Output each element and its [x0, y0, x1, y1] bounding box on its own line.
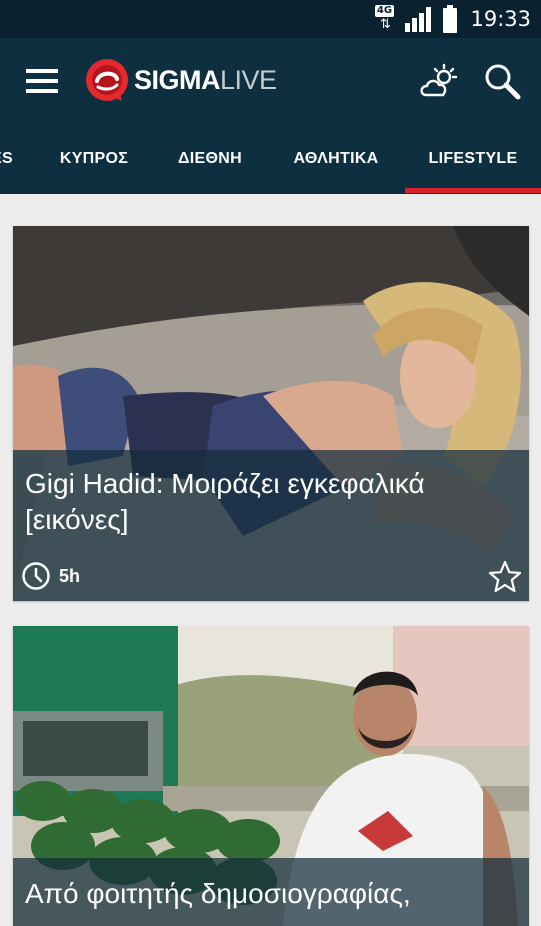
- category-tabs: ES ΚΥΠΡΟΣ ΔΙΕΘΝΗ ΑΘΛΗΤΙΚΑ LIFESTYLE: [0, 124, 541, 194]
- article-card[interactable]: Από φοιτητής δημοσιογραφίας,: [13, 626, 529, 926]
- weather-icon: [420, 63, 458, 97]
- network-indicator: 4G ⇅: [372, 5, 396, 33]
- tab-lifestyle[interactable]: LIFESTYLE: [412, 124, 534, 194]
- signal-icon: [405, 7, 432, 32]
- favorite-button[interactable]: [487, 559, 523, 595]
- search-button[interactable]: [482, 62, 524, 102]
- tab-partial[interactable]: ES: [0, 124, 18, 194]
- active-tab-indicator: [405, 188, 541, 193]
- status-icons: 4G ⇅ 19:33: [372, 4, 531, 34]
- clock: 19:33: [470, 7, 531, 31]
- logo-text-live: LIVE: [220, 64, 277, 95]
- article-card[interactable]: Gigi Hadid: Μοιράζει εγκεφαλικά [εικόνες…: [13, 226, 529, 601]
- star-icon: [488, 560, 522, 593]
- search-icon: [485, 64, 521, 100]
- tab-diethni[interactable]: ΔΙΕΘΝΗ: [162, 124, 258, 194]
- clock-icon: [22, 562, 50, 590]
- menu-button[interactable]: [18, 60, 64, 102]
- article-time-text: 5h: [59, 565, 81, 586]
- sigmalive-logo[interactable]: SIGMALIVE: [84, 56, 277, 104]
- weather-button[interactable]: [418, 62, 460, 102]
- status-bar: 4G ⇅ 19:33: [0, 0, 541, 38]
- article-title[interactable]: Από φοιτητής δημοσιογραφίας,: [25, 876, 517, 912]
- article-overlay: Gigi Hadid: Μοιράζει εγκεφαλικά [εικόνες…: [13, 450, 529, 601]
- hamburger-icon-line: [26, 69, 58, 73]
- tab-kypros[interactable]: ΚΥΠΡΟΣ: [44, 124, 144, 194]
- app-bar: SIGMALIVE: [0, 38, 541, 124]
- data-activity-icon: ⇅: [380, 16, 391, 31]
- logo-text-sigma: SIGMA: [134, 64, 221, 95]
- article-title[interactable]: Gigi Hadid: Μοιράζει εγκεφαλικά [εικόνες…: [25, 466, 517, 538]
- tab-athlitika[interactable]: ΑΘΛΗΤΙΚΑ: [280, 124, 392, 194]
- sigmalive-logo-icon: [86, 59, 128, 101]
- hamburger-icon-line: [26, 89, 58, 93]
- hamburger-icon-line: [26, 79, 58, 83]
- article-time: 5h: [21, 561, 80, 591]
- article-overlay: Από φοιτητής δημοσιογραφίας,: [13, 858, 529, 926]
- battery-icon: [443, 5, 458, 33]
